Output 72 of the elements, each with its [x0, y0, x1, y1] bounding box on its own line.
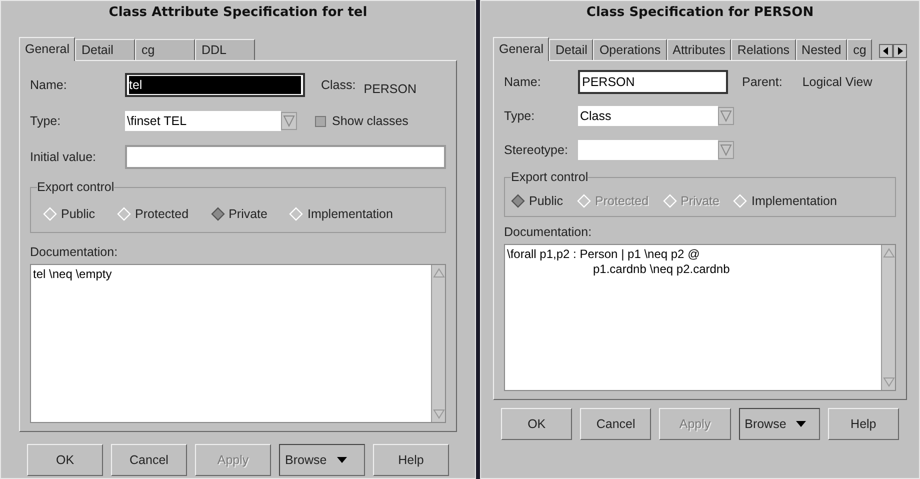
combo-field[interactable]: \finset TEL	[125, 111, 281, 131]
tab[interactable]: Nested	[796, 39, 848, 60]
combo-field[interactable]	[578, 140, 718, 160]
push-button[interactable]: Help	[373, 444, 449, 476]
tab[interactable]: Detail	[75, 39, 136, 60]
push-button[interactable]: OK	[501, 408, 572, 440]
field-label: Name:	[30, 76, 68, 94]
caret-icon	[336, 457, 347, 463]
tab[interactable]: Relations	[731, 39, 796, 60]
push-button[interactable]: Help	[828, 408, 900, 440]
tab[interactable]: General	[493, 37, 550, 61]
radio-label: Protected	[595, 192, 649, 210]
tab[interactable]: DDL	[195, 39, 256, 60]
text-field[interactable]: PERSON	[578, 70, 728, 94]
combo-field[interactable]: Class	[578, 106, 718, 126]
radio-button[interactable]	[210, 207, 225, 221]
radio-label: Private	[228, 206, 268, 223]
push-button[interactable]: Cancel	[111, 444, 187, 476]
tab[interactable]: cg	[135, 39, 196, 60]
radio-button[interactable]	[511, 194, 525, 208]
section-label: Documentation:	[504, 224, 593, 241]
caret-icon	[796, 421, 806, 427]
text-field[interactable]: tel	[125, 73, 305, 97]
tab[interactable]: Detail	[549, 39, 594, 60]
documentation-text: \forall p1,p2 : Person | p1 \neq p2 @	[507, 246, 701, 262]
tab[interactable]: General	[19, 37, 76, 61]
field-label: Type:	[504, 108, 536, 125]
menu-button[interactable]: Browse	[279, 444, 365, 476]
push-button[interactable]: Cancel	[580, 408, 652, 440]
documentation-area[interactable]: tel \neq \empty	[30, 264, 446, 423]
window-title: Class Attribute Specification for tel	[108, 4, 368, 22]
scroll-right-icon[interactable]	[893, 44, 907, 58]
radio-label: Public	[529, 192, 564, 210]
field-value: Class	[580, 108, 612, 125]
checkbox-label: Show classes	[332, 112, 408, 130]
info-label: Parent:	[742, 74, 782, 91]
scrollbar[interactable]	[881, 244, 895, 390]
checkbox[interactable]	[315, 116, 326, 126]
window-title: Class Specification for PERSON	[585, 4, 815, 22]
section-label: Documentation:	[30, 244, 119, 261]
radio-label: Public	[61, 206, 96, 223]
radio-label: Private	[680, 192, 720, 210]
scroll-down-icon[interactable]	[432, 408, 444, 420]
scroll-down-icon[interactable]	[882, 376, 894, 388]
group-label: Export control	[37, 179, 114, 195]
info-value: Logical View	[802, 74, 872, 91]
tab[interactable]: Attributes	[666, 39, 732, 60]
tab[interactable]: Operations	[593, 39, 667, 60]
documentation-text: p1.cardnb \neq p2.cardnb	[592, 262, 731, 277]
scroll-up-icon[interactable]	[432, 266, 444, 279]
radio-label: Implementation	[307, 206, 393, 223]
menu-button[interactable]: Browse	[738, 408, 820, 440]
documentation-area[interactable]: \forall p1,p2 : Person | p1 \neq p2 @ p1.cardnb \neq p2.cardnb	[504, 244, 896, 391]
documentation-text: tel \neq \empty	[33, 266, 113, 282]
radio-label: Protected	[135, 206, 189, 223]
text-field[interactable]	[125, 145, 446, 169]
scrollbar[interactable]	[431, 264, 445, 422]
push-button[interactable]: OK	[27, 444, 103, 476]
info-value: PERSON	[364, 80, 417, 98]
tab[interactable]: cg	[847, 39, 872, 60]
field-label: Type:	[30, 112, 62, 130]
group-label: Export control	[511, 169, 588, 185]
field-value: PERSON	[582, 74, 635, 91]
scroll-up-icon[interactable]	[882, 246, 894, 259]
field-value: tel	[129, 76, 301, 94]
scroll-left-icon[interactable]	[879, 44, 893, 58]
field-value: \finset TEL	[127, 112, 187, 130]
info-label: Class:	[321, 76, 356, 94]
field-label: Stereotype:	[504, 142, 569, 159]
field-label: Initial value:	[30, 148, 98, 166]
radio-label: Implementation	[751, 192, 837, 210]
field-label: Name:	[504, 74, 542, 91]
